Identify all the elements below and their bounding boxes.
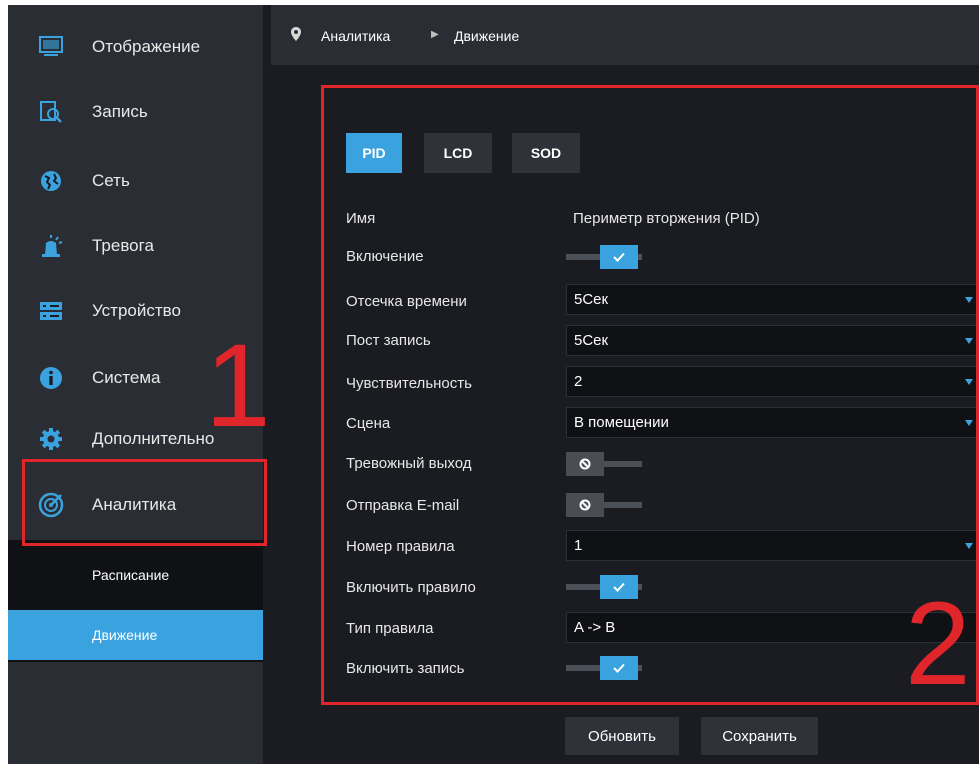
check-icon	[600, 656, 638, 680]
sidebar-item-label: Тревога	[92, 236, 154, 255]
sidebar-item-analytics[interactable]: Аналитика	[8, 477, 263, 533]
sidebar: Отображение Запись Сеть Тревога Устройст…	[8, 5, 263, 764]
sidebar-subitem-schedule[interactable]: Расписание	[8, 550, 263, 600]
analytics-submenu: Расписание Движение	[8, 540, 263, 662]
alarm-out-label: Тревожный выход	[346, 455, 472, 472]
hdd-icon	[36, 296, 66, 326]
name-value: Периметр вторжения (PID)	[573, 210, 760, 227]
alarm-siren-icon	[36, 231, 66, 261]
name-label: Имя	[346, 210, 376, 227]
caret-down-icon	[965, 297, 973, 303]
caret-down-icon	[965, 543, 973, 549]
sidebar-item-network[interactable]: Сеть	[8, 153, 263, 209]
app-window: Отображение Запись Сеть Тревога Устройст…	[8, 5, 979, 764]
breadcrumb-analytics[interactable]: Аналитика	[321, 28, 390, 44]
sidebar-item-label: Устройство	[92, 301, 181, 320]
sidebar-item-label: Сеть	[92, 171, 130, 190]
gear-icon	[36, 424, 66, 454]
tab-lcd[interactable]: LCD	[424, 133, 492, 173]
sidebar-item-device[interactable]: Устройство	[8, 283, 263, 339]
refresh-button[interactable]: Обновить	[565, 717, 679, 755]
sidebar-item-label: Система	[92, 368, 161, 387]
post-record-label: Пост запись	[346, 332, 431, 349]
rule-enable-toggle[interactable]	[566, 575, 642, 599]
enable-toggle[interactable]	[566, 245, 642, 269]
sensitivity-select[interactable]: 2	[566, 366, 979, 397]
time-cutoff-select[interactable]: 5Сек	[566, 284, 979, 315]
save-button[interactable]: Сохранить	[701, 717, 818, 755]
info-icon	[36, 363, 66, 393]
rule-type-label: Тип правила	[346, 620, 434, 637]
tab-pid[interactable]: PID	[346, 133, 402, 173]
tab-sod[interactable]: SOD	[512, 133, 580, 173]
breadcrumb-separator-icon: ▶	[431, 29, 439, 40]
breadcrumb: Аналитика ▶ Движение	[271, 5, 979, 65]
sidebar-item-label: Запись	[92, 102, 148, 121]
sidebar-item-record[interactable]: Запись	[8, 84, 263, 140]
rule-type-input[interactable]	[566, 612, 979, 643]
caret-down-icon	[965, 420, 973, 426]
rule-enable-label: Включить правило	[346, 579, 476, 596]
main-content: PID LCD SOD Имя Периметр вторжения (PID)…	[271, 65, 979, 764]
rule-number-select[interactable]: 1	[566, 530, 979, 561]
alarm-out-toggle[interactable]	[566, 452, 642, 476]
radar-icon	[36, 490, 66, 520]
caret-down-icon	[965, 338, 973, 344]
check-icon	[600, 245, 638, 269]
caret-down-icon	[965, 379, 973, 385]
sidebar-item-label: Отображение	[92, 37, 201, 56]
location-pin-icon	[291, 27, 301, 46]
disabled-icon	[566, 493, 604, 517]
monitor-icon	[36, 32, 66, 62]
sidebar-item-label: Дополнительно	[92, 429, 215, 448]
post-record-select[interactable]: 5Сек	[566, 325, 979, 356]
check-icon	[600, 575, 638, 599]
globe-icon	[36, 166, 66, 196]
record-search-icon	[36, 97, 66, 127]
sidebar-item-system[interactable]: Система	[8, 350, 263, 406]
sidebar-item-alarm[interactable]: Тревога	[8, 218, 263, 274]
scene-label: Сцена	[346, 415, 391, 432]
sidebar-item-advanced[interactable]: Дополнительно	[8, 411, 263, 467]
disabled-icon	[566, 452, 604, 476]
sensitivity-label: Чувствительность	[346, 375, 472, 392]
rule-number-label: Номер правила	[346, 538, 455, 555]
email-toggle[interactable]	[566, 493, 642, 517]
sidebar-subitem-motion[interactable]: Движение	[8, 610, 263, 660]
scene-select[interactable]: В помещении	[566, 407, 979, 438]
sidebar-item-display[interactable]: Отображение	[8, 19, 263, 75]
email-label: Отправка E-mail	[346, 497, 460, 514]
record-enable-label: Включить запись	[346, 660, 465, 677]
breadcrumb-motion: Движение	[454, 28, 520, 44]
enable-label: Включение	[346, 248, 424, 265]
sidebar-item-label: Аналитика	[92, 495, 177, 514]
time-cutoff-label: Отсечка времени	[346, 293, 467, 310]
record-enable-toggle[interactable]	[566, 656, 642, 680]
